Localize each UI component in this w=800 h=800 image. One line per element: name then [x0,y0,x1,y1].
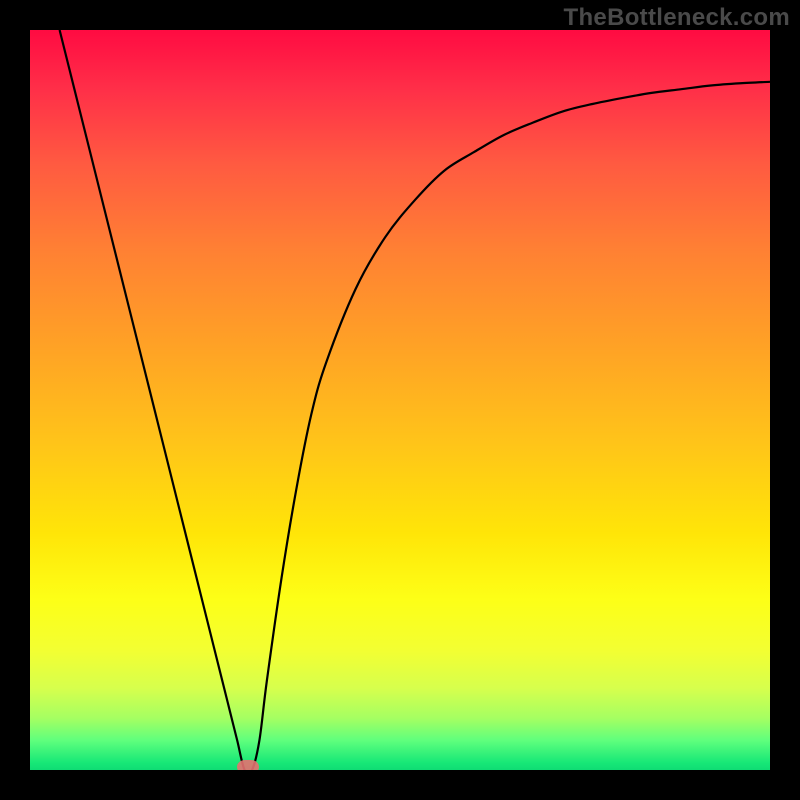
chart-frame: TheBottleneck.com [0,0,800,800]
optimum-marker [237,760,259,770]
watermark-text: TheBottleneck.com [564,4,790,32]
bottleneck-curve [30,30,770,770]
plot-area [30,30,770,770]
